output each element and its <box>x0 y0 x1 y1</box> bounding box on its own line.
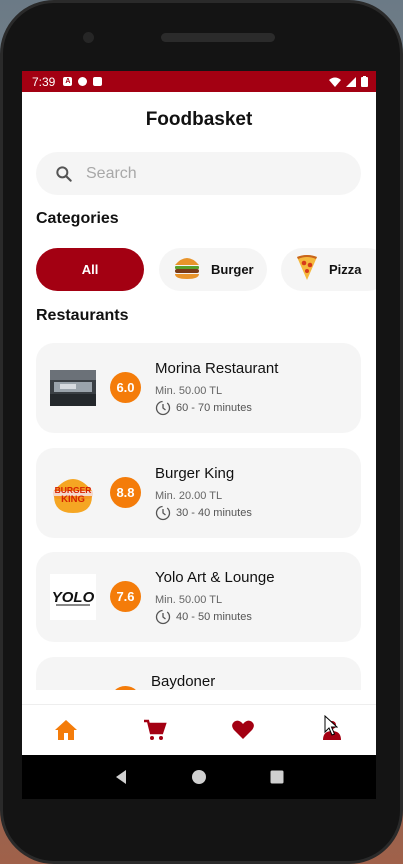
speaker-grille <box>161 33 275 42</box>
nav-home[interactable] <box>46 710 86 750</box>
signal-icon <box>346 76 356 87</box>
svg-text:KING: KING <box>61 494 85 505</box>
category-chip-label: Burger <box>211 262 254 277</box>
wifi-icon <box>329 77 341 87</box>
rating-badge: 8.8 <box>110 477 141 508</box>
yolo-logo: YOLO <box>50 574 96 620</box>
rating-badge <box>110 686 141 690</box>
app-screen: 7:39 A Foodbasket Search Categories All … <box>22 71 376 755</box>
battery-icon <box>361 76 368 87</box>
restaurant-name: Yolo Art & Lounge <box>155 569 275 586</box>
category-chip-label: Pizza <box>329 262 362 277</box>
mouse-cursor-icon <box>324 715 338 736</box>
restaurant-name: Baydoner <box>151 673 216 690</box>
restaurant-name: Morina Restaurant <box>155 360 279 377</box>
nav-cart[interactable] <box>135 710 175 750</box>
search-icon <box>56 165 72 182</box>
delivery-time-text: 40 - 50 minutes <box>176 611 252 623</box>
recents-icon[interactable] <box>269 769 285 785</box>
burger-icon <box>173 254 201 286</box>
pizza-icon <box>295 254 319 286</box>
heart-icon <box>232 720 255 739</box>
rating-badge: 7.6 <box>110 581 141 612</box>
status-time: 7:39 <box>32 74 56 89</box>
category-chip-pizza[interactable]: Pizza <box>281 248 376 291</box>
home-icon <box>55 720 78 740</box>
restaurant-card[interactable]: BURGER KING 8.8 Burger King Min. 20.00 TL… <box>36 448 361 538</box>
svg-text:YOLO: YOLO <box>52 589 95 606</box>
baydoner-logo <box>50 679 96 690</box>
clock-icon <box>155 505 171 521</box>
clock-icon <box>155 609 171 625</box>
back-icon[interactable] <box>113 769 129 785</box>
minimum-order: Min. 20.00 TL <box>155 490 223 502</box>
page-title: Foodbasket <box>145 109 253 130</box>
delivery-time: 40 - 50 minutes <box>155 609 252 625</box>
restaurants-title: Restaurants <box>36 307 129 324</box>
delivery-time: 30 - 40 minutes <box>155 505 252 521</box>
category-chip-label: All <box>81 262 99 277</box>
restaurant-card[interactable]: Baydoner <box>36 657 361 690</box>
category-chips: All Burger Pizza <box>36 248 376 292</box>
search-placeholder: Search <box>86 164 137 182</box>
delivery-time-text: 60 - 70 minutes <box>176 402 252 414</box>
notification-a-icon: A <box>63 77 73 86</box>
delivery-time: 60 - 70 minutes <box>155 400 252 416</box>
home-button-icon[interactable] <box>191 769 207 785</box>
categories-title: Categories <box>36 210 119 227</box>
delivery-time-text: 30 - 40 minutes <box>176 507 252 519</box>
notification-app-icon <box>78 77 88 86</box>
category-chip-all[interactable]: All <box>36 248 144 291</box>
burger-king-logo: BURGER KING <box>50 470 96 516</box>
status-bar: 7:39 A <box>22 71 376 92</box>
restaurant-card[interactable]: 6.0 Morina Restaurant Min. 50.00 TL 60 -… <box>36 343 361 433</box>
restaurant-card[interactable]: YOLO 7.6 Yolo Art & Lounge Min. 50.00 TL… <box>36 552 361 642</box>
android-nav-bar <box>22 755 376 799</box>
clock-icon <box>155 400 171 416</box>
front-camera <box>83 32 94 43</box>
search-input[interactable]: Search <box>36 152 361 195</box>
minimum-order: Min. 50.00 TL <box>155 385 223 397</box>
minimum-order: Min. 50.00 TL <box>155 594 223 606</box>
nav-favorites[interactable] <box>223 710 263 750</box>
restaurant-list: 6.0 Morina Restaurant Min. 50.00 TL 60 -… <box>36 343 361 690</box>
cart-icon <box>143 719 167 740</box>
rating-badge: 6.0 <box>110 372 141 403</box>
morina-logo <box>50 365 96 411</box>
bottom-nav <box>22 704 376 755</box>
restaurant-name: Burger King <box>155 465 235 482</box>
sd-card-icon <box>93 77 103 86</box>
category-chip-burger[interactable]: Burger <box>159 248 267 291</box>
